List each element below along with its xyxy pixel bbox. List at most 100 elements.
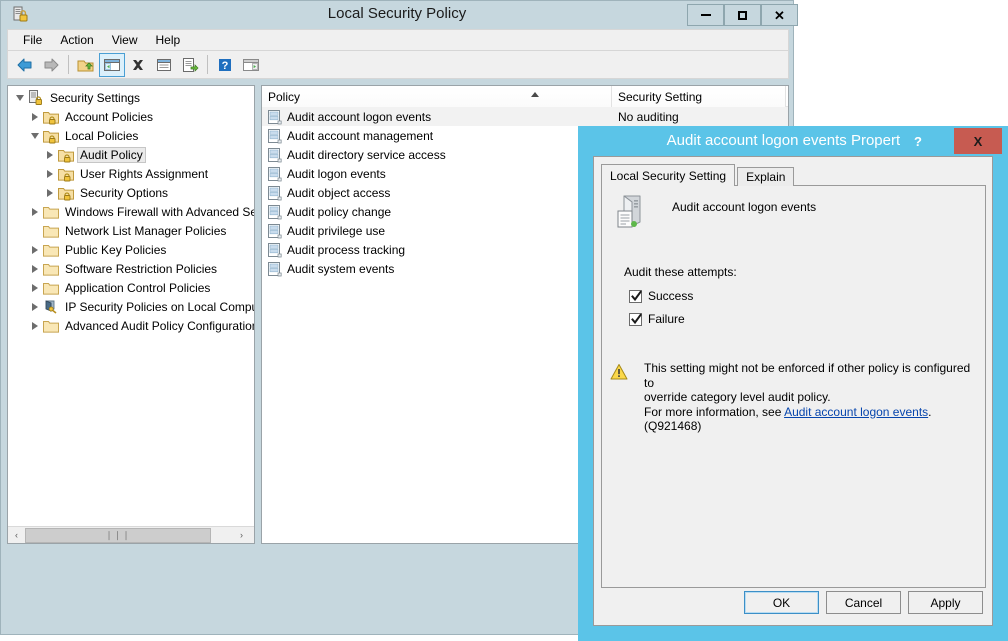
folder-icon <box>43 242 59 258</box>
tree-item-label: User Rights Assignment <box>80 166 209 181</box>
show-hide-tree-icon[interactable] <box>99 52 125 77</box>
apply-button[interactable]: Apply <box>908 591 983 614</box>
cell-security-setting: No auditing <box>618 109 679 124</box>
policy-setting-icon <box>267 109 283 125</box>
cell-policy: Audit directory service access <box>262 147 612 163</box>
up-folder-icon[interactable] <box>73 53 99 77</box>
minimize-button[interactable] <box>687 4 724 26</box>
cell-policy: Audit system events <box>262 261 612 277</box>
cell-policy: Audit privilege use <box>262 223 612 239</box>
menu-view[interactable]: View <box>103 31 147 49</box>
checkbox-success[interactable]: Success <box>629 289 693 303</box>
chevron-right-icon[interactable] <box>42 166 58 182</box>
policy-name: Audit account management <box>287 128 434 143</box>
tree-item-user-rights-assignment[interactable]: User Rights Assignment <box>8 164 254 183</box>
dialog-help-button[interactable]: ? <box>900 128 936 154</box>
forward-icon[interactable] <box>38 53 64 77</box>
cancel-button[interactable]: Cancel <box>826 591 901 614</box>
chevron-right-icon[interactable] <box>27 280 43 296</box>
success-checkbox-box[interactable] <box>629 289 642 303</box>
menu-file[interactable]: File <box>14 31 51 49</box>
tree-item-application-control-policies[interactable]: Application Control Policies <box>8 278 254 297</box>
close-button[interactable]: ✕ <box>761 4 798 26</box>
show-pane-icon[interactable] <box>238 53 264 77</box>
knowledge-base-link[interactable]: Audit account logon events <box>784 405 928 419</box>
tree-item-label: Audit Policy <box>77 146 146 163</box>
tree-item-security-options[interactable]: Security Options <box>8 183 254 202</box>
folder-icon <box>43 261 59 277</box>
scrollbar-thumb[interactable]: ❘❘❘ <box>25 527 211 543</box>
policy-setting-icon <box>267 166 283 182</box>
chevron-down-icon[interactable] <box>27 128 43 144</box>
tree-item-security-settings[interactable]: Security Settings <box>8 88 254 107</box>
scroll-right-arrow-icon[interactable]: › <box>233 527 250 543</box>
chevron-right-icon[interactable] <box>42 147 58 163</box>
checkmark-icon <box>631 313 642 324</box>
ok-button[interactable]: OK <box>744 591 819 614</box>
warning-text: This setting might not be enforced if ot… <box>644 361 978 434</box>
back-icon[interactable] <box>12 53 38 77</box>
chevron-right-icon[interactable] <box>42 185 58 201</box>
warning-icon <box>610 363 628 381</box>
policy-name: Audit directory service access <box>287 147 446 162</box>
column-header-security-setting[interactable]: Security Setting <box>612 86 786 107</box>
checkbox-failure[interactable]: Failure <box>629 312 685 326</box>
tree-item-network-list-manager-policies[interactable]: Network List Manager Policies <box>8 221 254 240</box>
tree-item-windows-firewall-with-advanced-secu[interactable]: Windows Firewall with Advanced Secu <box>8 202 254 221</box>
menu-help[interactable]: Help <box>147 31 190 49</box>
policy-computer-icon <box>610 192 650 235</box>
sort-ascending-icon <box>531 92 539 97</box>
tree-item-advanced-audit-policy-configuration[interactable]: Advanced Audit Policy Configuration <box>8 316 254 335</box>
failure-checkbox-box[interactable] <box>629 312 642 326</box>
policy-folder-icon <box>58 166 74 182</box>
chevron-right-icon[interactable] <box>27 242 43 258</box>
chevron-down-icon[interactable] <box>12 90 28 106</box>
tree-horizontal-scrollbar[interactable]: ‹ ❘❘❘ › <box>8 526 254 543</box>
security-settings-icon <box>28 89 44 106</box>
tree-item-local-policies[interactable]: Local Policies <box>8 126 254 145</box>
chevron-right-icon[interactable] <box>27 299 43 315</box>
failure-checkbox-label: Failure <box>648 312 685 326</box>
toolbar: ? <box>7 51 789 79</box>
tree-item-label: Software Restriction Policies <box>65 261 218 276</box>
delete-icon[interactable] <box>125 53 151 77</box>
policy-setting-icon <box>267 242 283 258</box>
tree-item-ip-security-policies-on-local-compute[interactable]: IP Security Policies on Local Compute <box>8 297 254 316</box>
tree-item-public-key-policies[interactable]: Public Key Policies <box>8 240 254 259</box>
success-checkbox-label: Success <box>648 289 694 303</box>
column-header-security-setting-label: Security Setting <box>618 89 703 104</box>
export-list-icon[interactable] <box>177 53 203 77</box>
policy-folder-icon <box>43 128 59 144</box>
chevron-right-icon[interactable] <box>27 318 43 334</box>
tree-item-software-restriction-policies[interactable]: Software Restriction Policies <box>8 259 254 278</box>
warning-line-3-prefix: For more information, see <box>644 404 785 419</box>
cell-policy: Audit account management <box>262 128 612 144</box>
dialog-title-bar[interactable]: Audit account logon events Properties ? … <box>578 126 1008 156</box>
tree-item-label: Security Settings <box>50 90 141 105</box>
chevron-right-icon[interactable] <box>27 204 43 220</box>
policy-setting-icon <box>267 223 283 239</box>
policy-setting-icon <box>267 261 283 277</box>
dialog-close-button[interactable]: X <box>954 128 1002 154</box>
main-title-bar[interactable]: Local Security Policy ✕ <box>1 1 798 28</box>
chevron-right-icon[interactable] <box>27 109 43 125</box>
column-header-policy[interactable]: Policy <box>262 86 612 107</box>
tree-item-label: Application Control Policies <box>65 280 211 295</box>
tree-item-account-policies[interactable]: Account Policies <box>8 107 254 126</box>
menu-bar: File Action View Help <box>7 29 789 51</box>
menu-action[interactable]: Action <box>51 31 102 49</box>
scroll-left-arrow-icon[interactable]: ‹ <box>8 527 25 543</box>
console-tree: Security Settings Account Policies Local P… <box>8 88 254 335</box>
help-icon[interactable]: ? <box>212 53 238 77</box>
cell-policy: Audit account logon events <box>262 109 612 125</box>
folder-icon <box>43 204 59 220</box>
table-row[interactable]: Audit account logon events No auditing <box>262 107 788 126</box>
tree-item-audit-policy[interactable]: Audit Policy <box>8 145 254 164</box>
properties-icon[interactable] <box>151 53 177 77</box>
tab-explain[interactable]: Explain <box>737 167 795 186</box>
maximize-button[interactable] <box>724 4 761 26</box>
policy-name-label: Audit account logon events <box>672 200 817 214</box>
warning-line-2: override category level audit policy. <box>644 390 831 404</box>
tab-local-security-setting[interactable]: Local Security Setting <box>601 164 736 186</box>
chevron-right-icon[interactable] <box>27 261 43 277</box>
